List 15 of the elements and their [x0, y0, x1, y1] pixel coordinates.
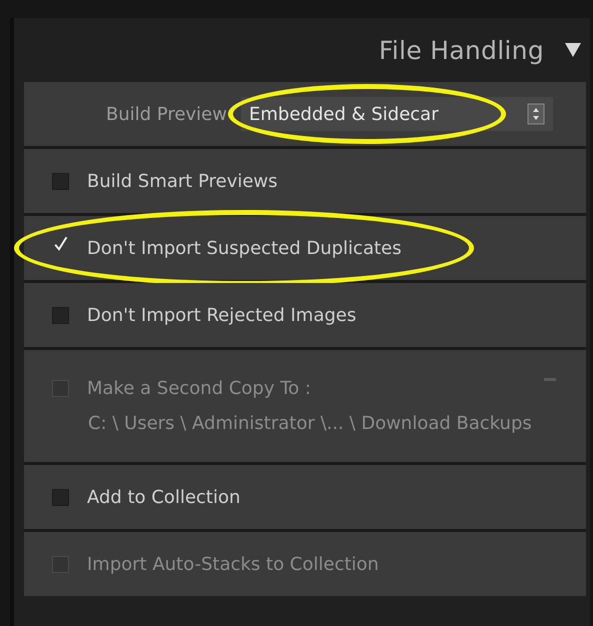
option-label: Don't Import Rejected Images — [87, 304, 356, 326]
option-label: Make a Second Copy To : — [87, 378, 311, 399]
folder-path: C: \ Users \ Administrator \... \ Download Backups — [87, 413, 533, 434]
checkbox[interactable] — [52, 488, 69, 506]
option-label: Don't Import Suspected Duplicates — [87, 238, 402, 258]
option-label: Import Auto-Stacks to Collection — [87, 554, 379, 574]
panel-title: File Handling — [378, 36, 544, 64]
option-label: Build Smart Previews — [87, 170, 278, 192]
stepper-icon — [526, 103, 545, 125]
checkbox[interactable] — [52, 306, 69, 324]
checkbox[interactable] — [52, 172, 69, 190]
preview-dropdown[interactable]: Embedded & Sidecar — [240, 97, 553, 131]
option-label: Add to Collection — [87, 486, 240, 508]
field-label: Build Preview — [106, 104, 227, 124]
collapse-triangle-icon[interactable] — [564, 42, 582, 58]
